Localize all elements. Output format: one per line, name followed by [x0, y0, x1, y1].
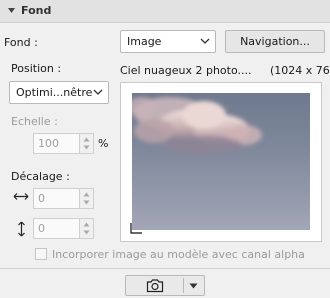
stepper-down-icon[interactable]	[83, 200, 90, 205]
decalage-horizontal-value: 0	[38, 192, 45, 205]
origin-marker-icon	[130, 223, 142, 234]
bottom-divider	[0, 268, 330, 269]
alpha-checkbox-label: Incorporer image au modèle avec canal al…	[52, 248, 305, 261]
decalage-vertical-input[interactable]: 0	[33, 218, 80, 239]
image-dimensions: (1024 x 768)	[270, 64, 330, 77]
vertical-arrow-icon	[18, 221, 25, 237]
decalage-horizontal-stepper[interactable]	[79, 188, 94, 209]
position-select-value: Optimi...nêtre	[16, 86, 93, 99]
collapse-chevron-icon[interactable]	[7, 6, 16, 15]
horizontal-arrow-icon	[13, 193, 29, 200]
split-separator	[183, 278, 184, 293]
chevron-down-icon[interactable]	[189, 283, 198, 289]
stepper-down-icon[interactable]	[83, 145, 90, 150]
decalage-label: Décalage :	[11, 170, 70, 183]
navigation-button[interactable]: Navigation...	[225, 30, 325, 53]
stepper-up-icon[interactable]	[83, 137, 90, 142]
fond-select[interactable]: Image	[120, 30, 216, 53]
stepper-up-icon[interactable]	[83, 192, 90, 197]
camera-split-button[interactable]	[125, 275, 205, 296]
image-name: Ciel nuageux 2 photo....	[120, 64, 252, 77]
echelle-stepper[interactable]	[79, 133, 94, 154]
alpha-checkbox[interactable]	[35, 248, 47, 260]
echelle-unit: %	[98, 137, 109, 150]
panel-title: Fond	[21, 4, 52, 17]
position-label: Position :	[11, 62, 62, 75]
fond-select-value: Image	[127, 35, 162, 48]
camera-icon[interactable]	[146, 278, 164, 293]
image-preview-frame	[120, 82, 322, 242]
stepper-down-icon[interactable]	[83, 230, 90, 235]
decalage-vertical-value: 0	[38, 222, 45, 235]
decalage-vertical-stepper[interactable]	[79, 218, 94, 239]
panel-header[interactable]: Fond	[0, 0, 330, 23]
fond-label: Fond :	[4, 36, 38, 49]
chevron-down-icon	[200, 38, 210, 44]
echelle-value: 100	[38, 137, 59, 150]
cloud-image	[132, 97, 262, 154]
echelle-label: Echelle :	[11, 115, 58, 128]
decalage-horizontal-input[interactable]: 0	[33, 188, 80, 209]
image-preview	[132, 93, 310, 230]
echelle-input[interactable]: 100	[33, 133, 80, 154]
chevron-down-icon	[93, 89, 103, 95]
stepper-up-icon[interactable]	[83, 222, 90, 227]
position-select[interactable]: Optimi...nêtre	[9, 81, 109, 104]
